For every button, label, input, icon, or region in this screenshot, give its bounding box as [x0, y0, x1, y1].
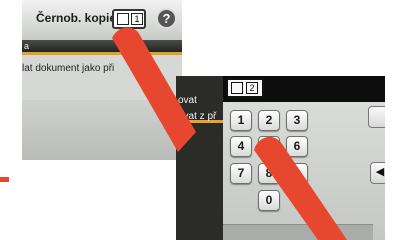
key-1[interactable]: 1 — [230, 110, 252, 131]
copy-digit-2: 1 — [131, 13, 143, 25]
key-9[interactable]: 9 — [286, 163, 308, 184]
input-digit-2: 2 — [246, 82, 258, 94]
help-icon[interactable]: ? — [156, 8, 177, 29]
red-marker — [0, 177, 9, 182]
copy-count-field[interactable]: 1 — [112, 9, 146, 29]
backspace-icon[interactable]: ◀ — [370, 162, 385, 184]
key-side-button[interactable] — [368, 106, 385, 128]
left-top-bar: Černob. kopie: 1 ? — [22, 0, 182, 40]
key-7[interactable]: 7 — [230, 163, 252, 184]
right-keypad-photo: ovat ovat z př 2 1 2 3 4 5 6 7 8 9 0 ◀ — [176, 76, 385, 240]
left-screen-body — [22, 100, 182, 160]
key-0[interactable]: 0 — [258, 190, 280, 211]
key-3[interactable]: 3 — [286, 110, 308, 131]
side-menu-item-2[interactable]: ovat z př — [176, 108, 223, 126]
right-bottom-bar — [223, 224, 373, 240]
left-screen-photo: Černob. kopie: 1 ? a lat dokument jako p… — [22, 0, 182, 160]
left-menu-text: a — [24, 41, 30, 51]
scan-option-row[interactable]: lat dokument jako při — [22, 63, 114, 74]
right-side-menu: ovat ovat z př — [176, 76, 223, 240]
key-5[interactable]: 5 — [258, 136, 280, 157]
key-8[interactable]: 8 — [258, 163, 280, 184]
left-menu-bar: a — [22, 40, 182, 52]
input-digit-1 — [231, 82, 243, 94]
selection-stripe — [22, 52, 182, 55]
copy-count-input[interactable]: 2 — [226, 78, 264, 98]
copy-count-label: Černob. kopie: — [36, 11, 121, 25]
copy-digit-1 — [117, 13, 129, 25]
key-4[interactable]: 4 — [230, 136, 252, 157]
key-2[interactable]: 2 — [258, 110, 280, 131]
key-6[interactable]: 6 — [286, 136, 308, 157]
